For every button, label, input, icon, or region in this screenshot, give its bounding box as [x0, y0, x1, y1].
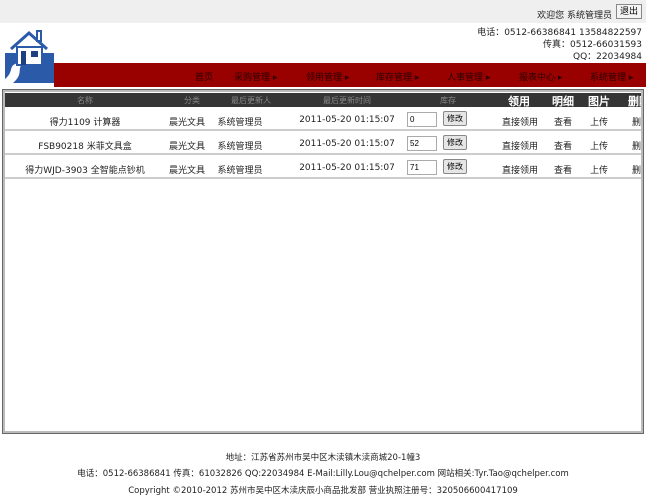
item-category: 晨光文具 [168, 142, 206, 152]
phone-text: 电话：0512-66386841 13584822597 [477, 28, 642, 38]
top-bar: 欢迎您 系统管理员 退出 [0, 0, 646, 23]
table-row: 得力1109 计算器 晨光文具 系统管理员 2011-05-20 01:15:0… [5, 109, 641, 131]
content-panel: 名称 分类 最后更新人 最后更新时间 库存 领用 明细 图片 删除 得力1109… [2, 89, 644, 434]
item-updater: 系统管理员 [217, 142, 263, 152]
item-updater: 系统管理员 [217, 118, 263, 128]
stock-input[interactable] [407, 160, 437, 175]
view-detail-link[interactable]: 查看 [554, 115, 572, 128]
nav-system[interactable]: 系统管理 ▸ [590, 70, 633, 83]
stock-input[interactable] [407, 112, 437, 127]
nav-reports[interactable]: 报表中心 ▸ [519, 70, 562, 83]
upload-image-link[interactable]: 上传 [590, 163, 608, 176]
direct-use-link[interactable]: 直接领用 [502, 139, 538, 152]
col-image: 图片 [588, 95, 610, 108]
item-updater: 系统管理员 [217, 166, 263, 176]
edit-stock-button[interactable]: 修改 [443, 135, 467, 150]
nav-hr[interactable]: 人事管理 ▸ [447, 70, 490, 83]
delete-link[interactable]: 删除 [632, 163, 641, 176]
col-use: 领用 [508, 95, 530, 108]
nav-requisition[interactable]: 领用管理 ▸ [306, 70, 349, 83]
view-detail-link[interactable]: 查看 [554, 163, 572, 176]
house-logo-icon[interactable] [5, 27, 54, 83]
footer-address: 地址：江苏省苏州市吴中区木渎镇木渎商城20-1幢3 [225, 453, 421, 463]
delete-link[interactable]: 删除 [632, 115, 641, 128]
edit-stock-button[interactable]: 修改 [443, 111, 467, 126]
nav-bar: 首页 采购管理 ▸ 领用管理 ▸ 库存管理 ▸ 人事管理 ▸ 报表中心 ▸ 系统… [54, 63, 646, 87]
welcome-text: 欢迎您 系统管理员 [537, 11, 612, 21]
direct-use-link[interactable]: 直接领用 [502, 163, 538, 176]
nav-inventory[interactable]: 库存管理 ▸ [376, 70, 419, 83]
logout-button[interactable]: 退出 [615, 4, 642, 19]
table-header: 名称 分类 最后更新人 最后更新时间 库存 领用 明细 图片 删除 [5, 93, 641, 108]
edit-stock-button[interactable]: 修改 [443, 159, 467, 174]
nav-home[interactable]: 首页 [195, 70, 213, 83]
table-row: 得力WJD-3903 全智能点钞机 晨光文具 系统管理员 2011-05-20 … [5, 157, 641, 179]
delete-link[interactable]: 删除 [632, 139, 641, 152]
direct-use-link[interactable]: 直接领用 [502, 115, 538, 128]
footer-copyright: Copyright ©2010-2012 苏州市吴中区木渎庆辰小商品批发部 营业… [128, 486, 518, 496]
col-time: 最后更新时间 [323, 96, 371, 105]
col-delete: 删除 [628, 95, 641, 108]
contact-info: 电话：0512-66386841 13584822597 传真：0512-660… [477, 27, 642, 63]
col-updater: 最后更新人 [231, 96, 271, 105]
nav-purchase[interactable]: 采购管理 ▸ [234, 70, 277, 83]
fax-text: 传真：0512-66031593 [543, 40, 642, 50]
col-stock: 库存 [440, 96, 456, 105]
footer-contact: 电话：0512-66386841 传真：61032826 QQ:22034984… [77, 469, 569, 479]
upload-image-link[interactable]: 上传 [590, 115, 608, 128]
upload-image-link[interactable]: 上传 [590, 139, 608, 152]
item-time: 2011-05-20 01:15:07 [299, 163, 395, 173]
qq-text: QQ：22034984 [573, 52, 642, 62]
item-name: 得力1109 计算器 [49, 118, 121, 128]
item-name: FSB90218 米菲文具盒 [38, 142, 132, 152]
stock-input[interactable] [407, 136, 437, 151]
item-time: 2011-05-20 01:15:07 [299, 139, 395, 149]
col-detail: 明细 [552, 95, 574, 108]
item-name: 得力WJD-3903 全智能点钞机 [25, 166, 145, 176]
view-detail-link[interactable]: 查看 [554, 139, 572, 152]
table-row: FSB90218 米菲文具盒 晨光文具 系统管理员 2011-05-20 01:… [5, 133, 641, 155]
col-category: 分类 [184, 96, 200, 105]
item-category: 晨光文具 [168, 166, 206, 176]
col-name: 名称 [77, 96, 93, 105]
item-time: 2011-05-20 01:15:07 [299, 115, 395, 125]
item-category: 晨光文具 [168, 118, 206, 128]
